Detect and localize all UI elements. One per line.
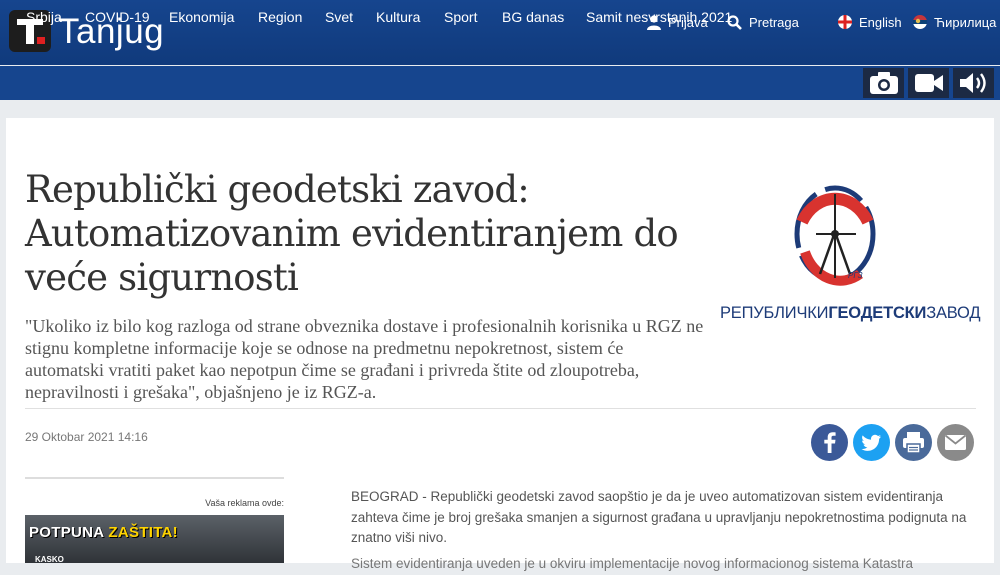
article-body-paragraph-1: BEOGRAD - Republički geodetski zavod sao… (351, 489, 967, 545)
nav-item-region[interactable]: Region (258, 0, 302, 34)
serbia-flag-icon (913, 15, 927, 29)
lang-english-label: English (859, 14, 902, 30)
video-camera-icon (914, 74, 943, 92)
nav-item-kultura[interactable]: Kultura (376, 0, 420, 34)
rgz-wordmark: РЕПУБЛИЧКИГЕОДЕТСКИЗАВОД (720, 304, 981, 322)
article-title: Republički geodetski zavod: Automatizova… (25, 168, 679, 299)
twitter-icon (853, 424, 890, 461)
uk-flag-icon (838, 15, 852, 29)
ad-label: Vaša reklama ovde: (205, 498, 284, 508)
nav-item-covid[interactable]: COVID-19 (85, 0, 150, 34)
ad-small-text: KASKO (35, 555, 64, 563)
facebook-icon (811, 424, 848, 461)
lang-cyrillic-label: Ћирилица (934, 14, 997, 30)
nav-item-sport[interactable]: Sport (444, 0, 477, 34)
nav-item-bg-danas[interactable]: BG danas (502, 0, 564, 34)
article-body-paragraph-2: Sistem evidentiranja uveden je u okviru … (351, 556, 914, 571)
ad-banner[interactable]: POTPUNA ZAŠTITA! KASKO (25, 515, 284, 563)
search-link[interactable]: Pretraga (727, 14, 799, 30)
nav-item-samit[interactable]: Samit nesvrstanih 2021 (586, 0, 732, 34)
ad-headline: POTPUNA ZAŠTITA! (29, 524, 178, 541)
share-facebook-button[interactable] (811, 424, 848, 461)
divider (25, 408, 976, 409)
rgz-emblem-icon: РГЗ (794, 185, 876, 286)
search-label: Pretraga (749, 14, 799, 30)
mail-icon (937, 424, 974, 461)
share-email-button[interactable] (937, 424, 974, 461)
share-twitter-button[interactable] (853, 424, 890, 461)
speaker-icon (959, 73, 986, 93)
article-date: 29 Oktobar 2021 14:16 (25, 430, 148, 444)
video-button[interactable] (908, 68, 949, 98)
nav-item-ekonomija[interactable]: Ekonomija (169, 0, 234, 34)
article-lead: "Ukoliko iz bilo kog razloga od strane o… (25, 316, 704, 402)
share-print-button[interactable] (895, 424, 932, 461)
lang-english-link[interactable]: English (838, 14, 902, 30)
printer-icon (895, 424, 932, 461)
main-nav (0, 66, 1000, 100)
photo-button[interactable] (863, 68, 904, 98)
sidebar-divider (25, 477, 284, 479)
nav-item-svet[interactable]: Svet (325, 0, 353, 34)
camera-icon (869, 72, 898, 94)
audio-button[interactable] (953, 68, 994, 98)
rgz-logo-image: РГЗ РЕПУБЛИЧКИГЕОДЕТСКИЗАВОД (720, 182, 981, 332)
rgz-tag: РГЗ (848, 271, 863, 280)
lang-cyrillic-link[interactable]: Ћирилица (913, 14, 996, 30)
nav-item-srbija[interactable]: Srbija (26, 0, 62, 34)
